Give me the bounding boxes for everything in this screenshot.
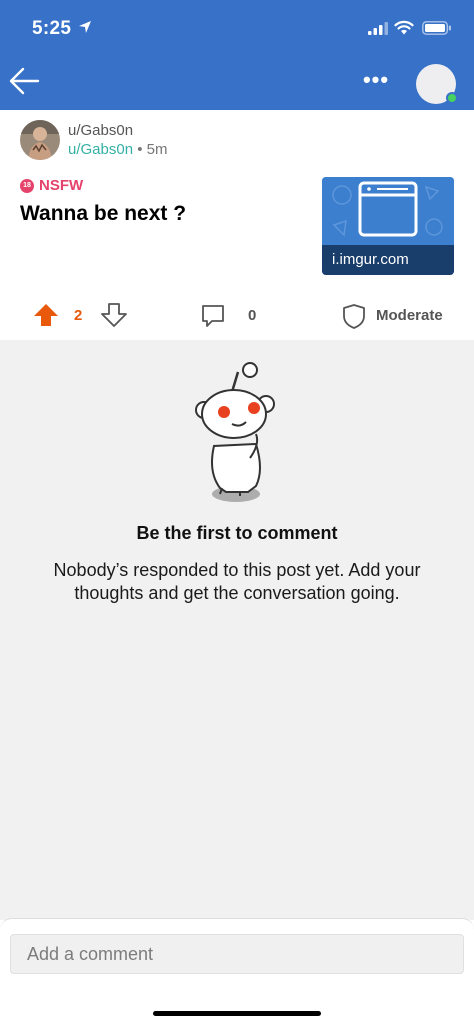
more-options-icon[interactable]: ••• [358, 69, 394, 94]
author-name[interactable]: u/Gabs0n [68, 122, 133, 139]
post-action-bar: 2 0 Moderate [0, 293, 474, 337]
add-comment-input[interactable] [10, 934, 464, 974]
author-meta: u/Gabs0n • 5m [68, 141, 168, 158]
empty-state-title: Be the first to comment [136, 523, 338, 543]
post-age: 5m [146, 141, 168, 158]
top-bar: 5:25 ••• [0, 0, 474, 110]
author-link[interactable]: u/Gabs0n [68, 141, 133, 158]
comment-composer [0, 918, 474, 1025]
user-avatar-button[interactable] [416, 64, 458, 104]
comment-count[interactable]: 0 [248, 307, 256, 324]
wifi-icon [394, 20, 414, 40]
nsfw-label: NSFW [39, 177, 84, 194]
comments-empty-state: Be the first to comment Nobody’s respond… [0, 340, 474, 920]
nsfw-tag: 18 NSFW [20, 177, 83, 194]
shield-icon[interactable] [342, 303, 366, 334]
post-card[interactable]: u/Gabs0n u/Gabs0n • 5m 18 NSFW Wanna be … [0, 110, 474, 340]
author-avatar[interactable] [20, 120, 60, 160]
location-arrow-icon [78, 20, 92, 39]
upvote-icon[interactable] [33, 303, 59, 332]
link-domain: i.imgur.com [322, 245, 454, 275]
comment-bubble-icon[interactable] [200, 303, 226, 334]
snoo-mascot-icon [190, 362, 286, 507]
back-arrow-icon[interactable] [8, 64, 42, 98]
empty-state-body: Nobody’s responded to this post yet. Add… [53, 560, 421, 603]
link-thumbnail[interactable]: i.imgur.com [322, 177, 454, 275]
post-title[interactable]: Wanna be next ? [20, 202, 186, 226]
nsfw-18-icon: 18 [20, 178, 34, 193]
online-status-dot [446, 92, 458, 104]
status-time: 5:25 [32, 18, 72, 39]
moderate-button[interactable]: Moderate [376, 307, 443, 324]
vote-count: 2 [74, 307, 83, 324]
battery-icon [422, 21, 452, 40]
downvote-icon[interactable] [101, 303, 127, 332]
home-indicator[interactable] [153, 1011, 321, 1016]
cellular-signal-icon [368, 22, 388, 40]
